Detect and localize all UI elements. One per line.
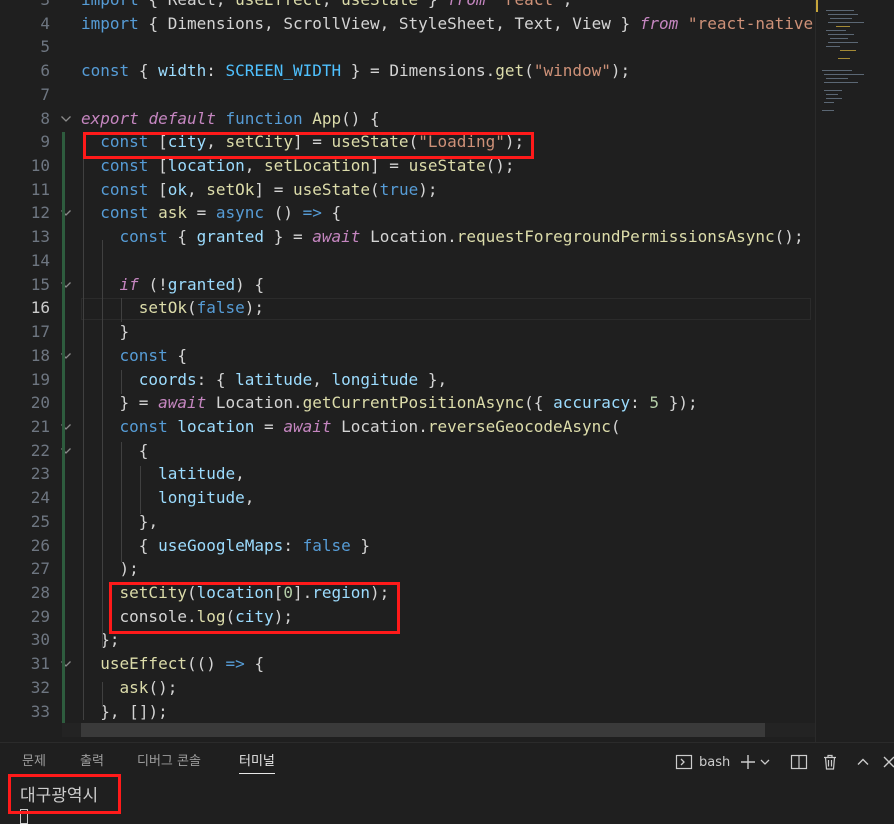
line-number: 28 bbox=[30, 583, 50, 602]
line-number: 27 bbox=[30, 559, 50, 579]
line-number: 16 bbox=[30, 298, 50, 318]
line-number: 9 bbox=[40, 132, 50, 152]
indent-guide bbox=[102, 682, 103, 706]
line-number: 31 bbox=[30, 654, 50, 674]
new-terminal-button[interactable] bbox=[739, 751, 771, 773]
tab-output[interactable]: 출력 bbox=[80, 751, 104, 773]
code-line-26[interactable]: { useGoogleMaps: false } bbox=[81, 534, 370, 558]
terminal-output: 대구광역시 bbox=[20, 786, 99, 806]
modified-indicator bbox=[62, 132, 65, 730]
code-line-17[interactable]: } bbox=[81, 320, 130, 344]
line-number: 22 bbox=[30, 440, 50, 460]
line-number: 24 bbox=[30, 488, 50, 508]
tab-debug-console[interactable]: 디버그 콘솔 bbox=[137, 751, 201, 773]
code-line-30[interactable]: }; bbox=[81, 628, 119, 652]
tab-problems[interactable]: 문제 bbox=[22, 751, 46, 773]
line-number: 23 bbox=[30, 464, 50, 484]
code-line-18[interactable]: const { bbox=[81, 344, 187, 368]
line-number: 6 bbox=[40, 61, 50, 81]
kill-terminal-button[interactable] bbox=[821, 751, 839, 773]
code-line-20[interactable]: } = await Location.getCurrentPositionAsy… bbox=[81, 391, 698, 415]
code-line-16[interactable]: setOk(false); bbox=[81, 296, 264, 320]
line-number: 32 bbox=[30, 677, 50, 697]
code-area[interactable]: import { React, useEffect, useState } fr… bbox=[81, 0, 815, 742]
line-gutter: 34 5 6 7 8 9 10 11 12 13 14 15 16 17 18 19 20 21 22 23 24 25 2… bbox=[0, 0, 71, 742]
split-icon bbox=[790, 753, 808, 771]
line-number: 20 bbox=[30, 393, 50, 413]
plus-icon bbox=[739, 753, 757, 771]
line-number: 3 bbox=[0, 0, 50, 12]
fold-chevron-icon[interactable] bbox=[60, 107, 74, 131]
code-line-12[interactable]: const ask = async () => { bbox=[81, 201, 341, 225]
line-number: 10 bbox=[30, 156, 50, 176]
line-number: 21 bbox=[30, 416, 50, 436]
code-line-28[interactable]: setCity(location[0].region); bbox=[81, 581, 390, 605]
code-line-10[interactable]: const [location, setLocation] = useState… bbox=[81, 154, 514, 178]
code-line-4[interactable]: import { Dimensions, ScrollView, StyleSh… bbox=[81, 12, 815, 36]
chevron-up-icon bbox=[855, 754, 871, 770]
code-line-9[interactable]: const [city, setCity] = useState("Loadin… bbox=[81, 130, 524, 154]
line-number: 14 bbox=[30, 250, 50, 270]
line-number: 7 bbox=[40, 84, 50, 104]
indent-guide bbox=[121, 298, 122, 322]
line-number: 15 bbox=[30, 274, 50, 294]
split-terminal-button[interactable] bbox=[790, 751, 808, 773]
line-number: 26 bbox=[30, 535, 50, 555]
terminal-icon bbox=[675, 753, 693, 771]
chevron-down-icon[interactable] bbox=[759, 756, 771, 768]
indent-guide bbox=[140, 466, 141, 514]
code-line-3[interactable]: import { React, useEffect, useState } fr… bbox=[81, 0, 572, 12]
code-line-24[interactable]: longitude, bbox=[81, 486, 254, 510]
maximize-panel-button[interactable] bbox=[855, 751, 871, 773]
code-line-25[interactable]: }, bbox=[81, 510, 158, 534]
code-line-6[interactable]: const { width: SCREEN_WIDTH } = Dimensio… bbox=[81, 59, 630, 83]
code-line-33[interactable]: }, []); bbox=[81, 700, 167, 724]
indent-guide bbox=[83, 144, 84, 720]
close-panel-button[interactable] bbox=[881, 751, 894, 773]
line-number: 12 bbox=[30, 203, 50, 223]
code-line-29[interactable]: console.log(city); bbox=[81, 605, 293, 629]
code-line-15[interactable]: if (!granted) { bbox=[81, 273, 265, 297]
line-number: 8 bbox=[40, 108, 50, 128]
horizontal-scrollbar-thumb[interactable] bbox=[81, 723, 765, 737]
line-number: 11 bbox=[30, 179, 50, 199]
indent-guide bbox=[102, 240, 103, 648]
line-number: 13 bbox=[30, 227, 50, 247]
code-line-11[interactable]: const [ok, setOk] = useState(true); bbox=[81, 178, 437, 202]
indent-guide bbox=[121, 370, 122, 394]
minimap-preview bbox=[816, 0, 864, 111]
code-line-22[interactable]: { bbox=[81, 439, 149, 463]
line-number: 33 bbox=[30, 701, 50, 721]
terminal-shell-selector[interactable]: bash bbox=[675, 751, 730, 773]
code-line-19[interactable]: coords: { latitude, longitude }, bbox=[81, 368, 447, 392]
shell-label: bash bbox=[699, 754, 731, 770]
line-number: 30 bbox=[30, 630, 50, 650]
line-number: 17 bbox=[30, 322, 50, 342]
terminal-cursor bbox=[20, 809, 28, 824]
minimap[interactable] bbox=[815, 0, 894, 742]
code-line-23[interactable]: latitude, bbox=[81, 462, 245, 486]
code-editor[interactable]: 34 5 6 7 8 9 10 11 12 13 14 15 16 17 18 19 20 21 22 23 24 25 2… bbox=[0, 0, 894, 742]
line-number: 18 bbox=[30, 345, 50, 365]
trash-icon bbox=[821, 753, 839, 771]
code-line-27[interactable]: ); bbox=[81, 557, 139, 581]
code-line-21[interactable]: const location = await Location.reverseG… bbox=[81, 415, 621, 439]
line-number: 19 bbox=[30, 369, 50, 389]
line-number: 4 bbox=[40, 13, 50, 33]
bottom-panel: 문제 출력 디버그 콘솔 터미널 bash 대구광역시 bbox=[0, 742, 894, 824]
line-number: 5 bbox=[40, 37, 50, 57]
code-line-8[interactable]: export default function App() { bbox=[81, 107, 380, 131]
code-line-13[interactable]: const { granted } = await Location.reque… bbox=[81, 225, 804, 249]
tab-terminal[interactable]: 터미널 bbox=[239, 751, 275, 774]
indent-guide bbox=[121, 442, 122, 562]
code-line-32[interactable]: ask(); bbox=[81, 676, 178, 700]
line-number: 29 bbox=[30, 606, 50, 626]
line-number: 25 bbox=[30, 511, 50, 531]
code-line-31[interactable]: useEffect(() => { bbox=[81, 652, 264, 676]
close-icon bbox=[881, 754, 894, 770]
